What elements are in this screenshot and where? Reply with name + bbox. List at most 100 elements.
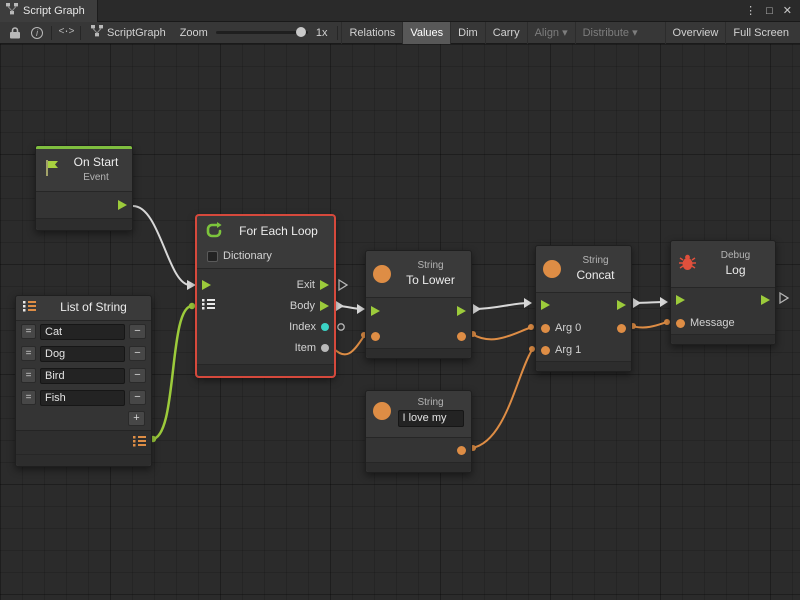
overview-button[interactable]: Overview [665, 22, 726, 44]
relations-button[interactable]: Relations [341, 22, 402, 44]
zoom-slider-knob[interactable] [296, 27, 306, 37]
node-footer [536, 361, 631, 371]
align-button[interactable]: Align▾ [527, 22, 575, 44]
node-group-label: Debug [721, 250, 750, 261]
tab-script-graph[interactable]: Script Graph [0, 0, 98, 22]
flag-icon [43, 159, 61, 180]
flow-input-port[interactable] [202, 280, 211, 290]
flow-input-port[interactable] [371, 306, 380, 316]
unconnected-log-exit-port-icon[interactable] [780, 293, 788, 303]
result-output-port[interactable] [617, 324, 626, 333]
drag-handle-icon[interactable]: = [21, 390, 36, 405]
list-icon [23, 300, 37, 315]
drag-handle-icon[interactable]: = [21, 368, 36, 383]
node-group-label: String [417, 260, 443, 271]
carry-button[interactable]: Carry [485, 22, 527, 44]
drag-handle-icon[interactable]: = [21, 324, 36, 339]
flow-output-port[interactable] [761, 295, 770, 305]
wire-tolower-to-arg0[interactable] [472, 327, 532, 339]
values-button[interactable]: Values [402, 22, 450, 44]
wire-arrow-icon [473, 304, 481, 314]
trigger-output-port[interactable] [118, 200, 127, 210]
exit-output-port[interactable] [320, 280, 329, 290]
remove-item-button[interactable]: − [129, 346, 146, 361]
list-output-port[interactable] [133, 435, 147, 450]
flow-input-port[interactable] [676, 295, 685, 305]
info-icon[interactable]: i [26, 22, 48, 44]
exit-port-label: Exit [297, 279, 315, 291]
list-item-input[interactable] [40, 324, 125, 340]
arg0-input-port[interactable] [541, 324, 550, 333]
list-item-row: = − [16, 343, 151, 365]
wire-item-to-tolower[interactable] [333, 336, 364, 354]
index-output-port[interactable] [321, 323, 329, 331]
dictionary-label: Dictionary [223, 250, 272, 262]
message-input-port[interactable] [676, 319, 685, 328]
node-title: To Lower [406, 273, 455, 287]
node-concat[interactable]: String Concat Arg 0 Arg 1 [535, 245, 632, 372]
arg1-label: Arg 1 [555, 344, 581, 356]
list-item-row: = − [16, 387, 151, 409]
add-item-button[interactable]: + [128, 411, 145, 426]
string-icon [373, 265, 391, 283]
list-item-input[interactable] [40, 346, 125, 362]
node-title: Log [725, 263, 745, 277]
drag-handle-icon[interactable]: = [21, 346, 36, 361]
node-for-each-loop[interactable]: For Each Loop Dictionary Exit [196, 215, 335, 377]
node-subtitle: Event [83, 172, 109, 183]
body-output-port[interactable] [320, 301, 329, 311]
node-title: On Start [74, 155, 119, 169]
wire-concat-to-message[interactable] [632, 322, 667, 327]
zoom-slider[interactable] [216, 31, 308, 34]
bug-icon [678, 254, 697, 274]
string-icon [373, 402, 391, 420]
loop-icon [204, 221, 224, 242]
maximize-icon[interactable]: □ [766, 5, 773, 17]
unconnected-exit-port-icon[interactable] [339, 280, 347, 290]
list-item-input[interactable] [40, 390, 125, 406]
flow-output-port[interactable] [617, 300, 626, 310]
wire-literal-to-arg1[interactable] [472, 350, 532, 448]
wire-arrow-icon [633, 298, 641, 308]
distribute-button[interactable]: Distribute▾ [575, 22, 645, 44]
item-output-port[interactable] [321, 344, 329, 352]
flow-output-port[interactable] [457, 306, 466, 316]
node-string-literal[interactable]: String [365, 390, 472, 473]
dim-button[interactable]: Dim [450, 22, 485, 44]
remove-item-button[interactable]: − [129, 324, 146, 339]
node-list-of-string[interactable]: List of String = − = − = − [15, 295, 152, 467]
unconnected-index-port-icon[interactable] [338, 324, 344, 330]
code-preview-icon[interactable]: <·> [55, 22, 77, 44]
arg1-input-port[interactable] [541, 346, 550, 355]
string-input-port[interactable] [371, 332, 380, 341]
string-value-input[interactable] [398, 410, 464, 427]
list-input-port[interactable] [202, 298, 216, 313]
node-footer [197, 364, 334, 376]
chevron-down-icon: ▾ [562, 26, 568, 39]
remove-item-button[interactable]: − [129, 390, 146, 405]
lock-icon[interactable] [4, 22, 26, 44]
arg0-label: Arg 0 [555, 322, 581, 334]
node-on-start[interactable]: On Start Event [35, 145, 133, 231]
node-footer [366, 462, 471, 472]
item-port-label: Item [295, 342, 316, 354]
window-menu-icon[interactable]: ⋮ [745, 4, 756, 17]
node-to-lower[interactable]: String To Lower [365, 250, 472, 359]
wire-tolower-to-concat[interactable] [474, 303, 530, 309]
remove-item-button[interactable]: − [129, 368, 146, 383]
message-label: Message [690, 317, 735, 329]
wire-onstart-to-foreach[interactable] [133, 206, 190, 285]
graph-canvas[interactable]: On Start Event List of String [0, 44, 800, 600]
chevron-down-icon: ▾ [632, 26, 638, 39]
wire-list-to-foreach[interactable] [152, 306, 192, 439]
zoom-value: 1x [316, 27, 328, 39]
graph-breadcrumb[interactable]: ScriptGraph [84, 22, 173, 44]
value-output-port[interactable] [457, 446, 466, 455]
full-screen-button[interactable]: Full Screen [725, 22, 796, 44]
dictionary-checkbox[interactable] [207, 251, 218, 262]
list-item-input[interactable] [40, 368, 125, 384]
node-debug-log[interactable]: Debug Log Message [670, 240, 776, 345]
flow-input-port[interactable] [541, 300, 550, 310]
close-icon[interactable]: ✕ [783, 4, 792, 17]
result-output-port[interactable] [457, 332, 466, 341]
